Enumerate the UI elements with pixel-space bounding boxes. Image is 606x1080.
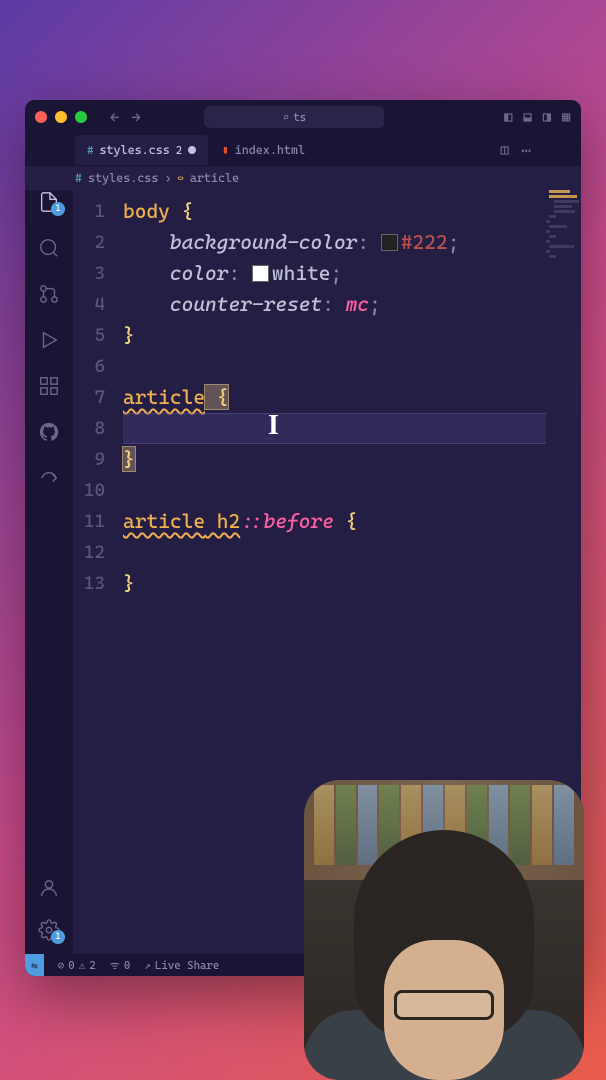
code-line <box>123 537 581 568</box>
titlebar: ← → ⌕ ts ◧ ⬓ ◨ ▦ <box>25 100 581 134</box>
css-file-icon: # <box>75 171 82 185</box>
remote-icon: ⇋ <box>31 959 38 972</box>
code-line: article h2::before { <box>123 506 581 537</box>
source-control-icon[interactable] <box>37 282 61 306</box>
line-number: 9 <box>73 444 123 475</box>
activity-bottom: 1 <box>37 876 61 954</box>
line-number: 5 <box>73 320 123 351</box>
code-line: } <box>123 568 581 599</box>
webcam-overlay <box>304 780 584 1080</box>
panel-left-icon[interactable]: ◧ <box>503 108 512 127</box>
breadcrumb-symbol: article <box>190 171 239 185</box>
search-activity-icon[interactable] <box>37 236 61 260</box>
unsaved-dot-icon <box>188 146 196 154</box>
code-line: counter-reset: mc; <box>123 289 581 320</box>
nav-buttons: ← → <box>110 108 141 127</box>
settings-gear-icon[interactable]: 1 <box>37 918 61 942</box>
live-share-label: Live Share <box>155 959 219 972</box>
line-number: 8 <box>73 413 123 444</box>
account-icon[interactable] <box>37 876 61 900</box>
settings-badge: 1 <box>51 930 65 944</box>
panel-right-icon[interactable]: ◨ <box>542 108 551 127</box>
explorer-icon[interactable]: 1 <box>37 190 61 214</box>
extensions-icon[interactable] <box>37 374 61 398</box>
panel-bottom-icon[interactable]: ⬓ <box>523 108 532 127</box>
code-line: article { <box>123 382 581 413</box>
html-file-icon: ▮ <box>222 144 228 157</box>
warning-icon: ⚠ <box>79 959 86 972</box>
split-editor-icon[interactable]: ◫ <box>500 141 509 160</box>
current-line-highlight <box>123 413 566 444</box>
share-icon[interactable] <box>37 466 61 490</box>
traffic-lights <box>35 111 87 123</box>
webcam-person-face <box>384 940 504 1080</box>
line-number: 11 <box>73 506 123 537</box>
port-count: 0 <box>124 959 130 972</box>
breadcrumb-file: styles.css <box>88 171 158 185</box>
error-icon: ⊘ <box>58 959 65 972</box>
line-number: 7 <box>73 382 123 413</box>
error-count: 0 <box>68 959 74 972</box>
close-window-button[interactable] <box>35 111 47 123</box>
code-line <box>123 413 581 444</box>
warning-count: 2 <box>89 959 95 972</box>
code-line <box>123 475 581 506</box>
remote-button[interactable]: ⇋ <box>25 954 44 976</box>
webcam-person-head <box>354 830 534 1040</box>
debug-icon[interactable] <box>37 328 61 352</box>
line-number: 3 <box>73 258 123 289</box>
explorer-badge: 1 <box>51 202 65 216</box>
back-icon[interactable]: ← <box>110 108 119 127</box>
tab-index-html[interactable]: ▮ index.html <box>210 135 317 165</box>
layout-icon[interactable]: ▦ <box>562 108 571 127</box>
activity-bar: 1 <box>25 190 73 954</box>
code-line: } <box>123 320 581 351</box>
line-number: 12 <box>73 537 123 568</box>
webcam-person-glasses <box>394 990 494 1020</box>
line-number: 13 <box>73 568 123 599</box>
antenna-icon: ᯤ <box>110 958 120 973</box>
css-file-icon: # <box>87 144 93 157</box>
ports-button[interactable]: ᯤ 0 <box>110 958 131 973</box>
code-line <box>123 351 581 382</box>
line-number: 2 <box>73 227 123 258</box>
gutter: 1 2 3 4 5 6 7 8 9 10 11 12 13 <box>73 190 123 954</box>
symbol-icon: ⬭ <box>177 172 183 185</box>
tab-badge: 2 <box>176 144 182 157</box>
line-number: 4 <box>73 289 123 320</box>
code-line: background-color: #222; <box>123 227 581 258</box>
code-line: body { <box>123 196 581 227</box>
code-line: color: white; <box>123 258 581 289</box>
code-line: } <box>123 444 581 475</box>
maximize-window-button[interactable] <box>75 111 87 123</box>
problems-button[interactable]: ⊘ 0 ⚠ 2 <box>58 959 96 972</box>
tab-styles-css[interactable]: # styles.css 2 <box>75 135 208 165</box>
chevron-right-icon: › <box>164 171 171 185</box>
tab-bar: # styles.css 2 ▮ index.html ◫ ⋯ <box>25 134 581 166</box>
tab-label: index.html <box>235 143 305 157</box>
line-number: 10 <box>73 475 123 506</box>
line-number: 1 <box>73 196 123 227</box>
line-number: 6 <box>73 351 123 382</box>
layout-controls: ◧ ⬓ ◨ ▦ <box>503 108 571 127</box>
search-text: ts <box>293 111 306 124</box>
minimize-window-button[interactable] <box>55 111 67 123</box>
color-swatch-icon <box>252 265 269 282</box>
breadcrumb[interactable]: # styles.css › ⬭ article <box>25 166 581 190</box>
command-center[interactable]: ⌕ ts <box>204 106 384 128</box>
tab-label: styles.css <box>99 143 169 157</box>
forward-icon[interactable]: → <box>131 108 140 127</box>
live-share-icon: ↗ <box>144 959 151 972</box>
search-icon: ⌕ <box>283 111 290 124</box>
more-icon[interactable]: ⋯ <box>521 141 531 160</box>
editor-actions: ◫ ⋯ <box>500 141 531 160</box>
color-swatch-icon <box>381 234 398 251</box>
github-icon[interactable] <box>37 420 61 444</box>
live-share-button[interactable]: ↗ Live Share <box>144 959 219 972</box>
